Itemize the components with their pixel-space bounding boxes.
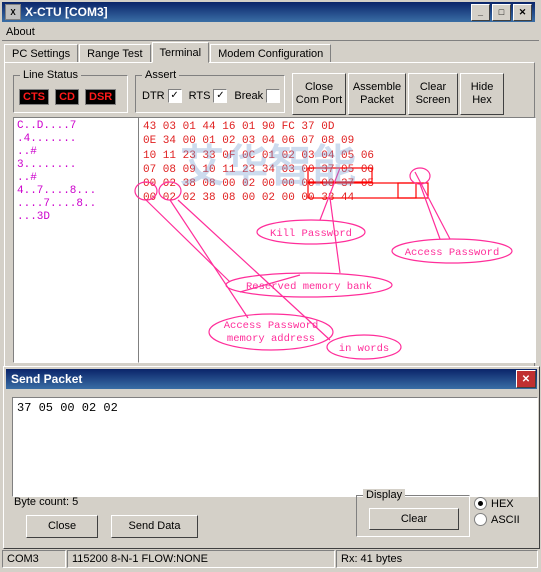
assemble-packet-line2: Packet	[360, 94, 394, 106]
send-packet-dialog: Send Packet ✕ 37 05 00 02 02 Byte count:…	[3, 366, 540, 549]
checkbox-break-box[interactable]	[266, 89, 281, 103]
led-dsr: DSR	[85, 89, 117, 105]
status-port: COM3	[2, 550, 66, 568]
display-mode-radios: HEX ASCII	[474, 497, 520, 529]
close-com-port-button[interactable]: Close Com Port	[292, 73, 346, 115]
radio-hex[interactable]: HEX	[474, 497, 520, 510]
dialog-close-button[interactable]: Close	[26, 515, 98, 538]
window-controls: _ □ ✕	[471, 3, 532, 21]
radio-ascii-dot[interactable]	[474, 513, 487, 526]
display-group-title: Display	[363, 489, 406, 501]
tab-range-test[interactable]: Range Test	[79, 44, 151, 63]
radio-ascii[interactable]: ASCII	[474, 513, 520, 526]
hide-hex-button[interactable]: Hide Hex	[460, 73, 504, 115]
send-packet-title: Send Packet	[11, 372, 83, 386]
close-com-port-line2: Com Port	[295, 94, 343, 106]
checkbox-break-label: Break	[234, 90, 264, 102]
byte-count-label: Byte count: 5	[14, 496, 79, 508]
send-data-button[interactable]: Send Data	[111, 515, 198, 538]
hide-hex-line1: Hide	[470, 81, 494, 94]
tab-pc-settings[interactable]: PC Settings	[4, 44, 79, 63]
radio-hex-label: HEX	[491, 497, 514, 510]
close-button[interactable]: ✕	[513, 3, 532, 21]
tab-strip: PC Settings Range Test Terminal Modem Co…	[4, 42, 533, 63]
send-packet-close-button[interactable]: ✕	[516, 370, 536, 388]
status-rx: Rx: 41 bytes	[336, 550, 538, 568]
maximize-button[interactable]: □	[492, 3, 511, 21]
assert-checkboxes: DTR ✓ RTS ✓ Break	[142, 89, 287, 103]
checkbox-rts-label: RTS	[188, 90, 211, 102]
line-status-leds: CTS CD DSR	[19, 89, 119, 105]
send-packet-input[interactable]: 37 05 00 02 02	[12, 397, 538, 497]
clear-screen-line2: Screen	[415, 94, 451, 106]
led-cd: CD	[55, 89, 79, 105]
checkbox-break[interactable]: Break	[234, 89, 281, 103]
led-cts: CTS	[19, 89, 49, 105]
minimize-button[interactable]: _	[471, 3, 490, 21]
line-status-title: Line Status	[20, 69, 82, 81]
checkbox-dtr[interactable]: DTR ✓	[142, 89, 182, 103]
tab-terminal[interactable]: Terminal	[151, 42, 210, 63]
send-packet-title-bar: Send Packet	[6, 369, 537, 389]
assemble-packet-line1: Assemble	[352, 81, 402, 94]
terminal-ascii-pane[interactable]: C..D....7 .4....... ..# 3........ ..# 4.…	[13, 117, 141, 363]
terminal-panel: Line Status CTS CD DSR Assert DTR ✓ RTS …	[4, 62, 536, 367]
window-title: X-CTU [COM3]	[25, 5, 108, 19]
line-status-group: Line Status CTS CD DSR	[13, 69, 128, 113]
status-bar: COM3 115200 8-N-1 FLOW:NONE Rx: 41 bytes	[2, 550, 539, 568]
checkbox-dtr-label: DTR	[142, 90, 165, 102]
close-com-port-line1: Close	[304, 81, 334, 94]
tab-modem-configuration[interactable]: Modem Configuration	[210, 44, 332, 63]
menu-bar: About	[2, 24, 539, 41]
menu-item-about[interactable]: About	[6, 26, 35, 38]
terminal-hex-pane[interactable]: 43 03 01 44 16 01 90 FC 37 0D 0E 34 00 0…	[138, 117, 536, 363]
clear-button[interactable]: Clear	[369, 508, 459, 530]
checkbox-dtr-box[interactable]: ✓	[167, 89, 182, 103]
assert-title: Assert	[142, 69, 180, 81]
terminal-icon: X	[5, 4, 21, 20]
clear-screen-line1: Clear	[419, 81, 447, 94]
checkbox-rts-box[interactable]: ✓	[213, 89, 228, 103]
assert-group: Assert DTR ✓ RTS ✓ Break	[135, 69, 287, 113]
xctu-window: X X-CTU [COM3] _ □ ✕ About PC Settings R…	[0, 0, 541, 572]
clear-screen-button[interactable]: Clear Screen	[408, 73, 458, 115]
checkbox-rts[interactable]: RTS ✓	[189, 89, 228, 103]
assemble-packet-button[interactable]: Assemble Packet	[348, 73, 406, 115]
hide-hex-line2: Hex	[472, 94, 492, 106]
display-group: Display Clear	[356, 489, 470, 537]
status-settings: 115200 8-N-1 FLOW:NONE	[67, 550, 335, 568]
title-bar: X X-CTU [COM3] _ □ ✕	[2, 2, 535, 22]
radio-hex-dot[interactable]	[474, 497, 487, 510]
radio-ascii-label: ASCII	[491, 513, 520, 526]
